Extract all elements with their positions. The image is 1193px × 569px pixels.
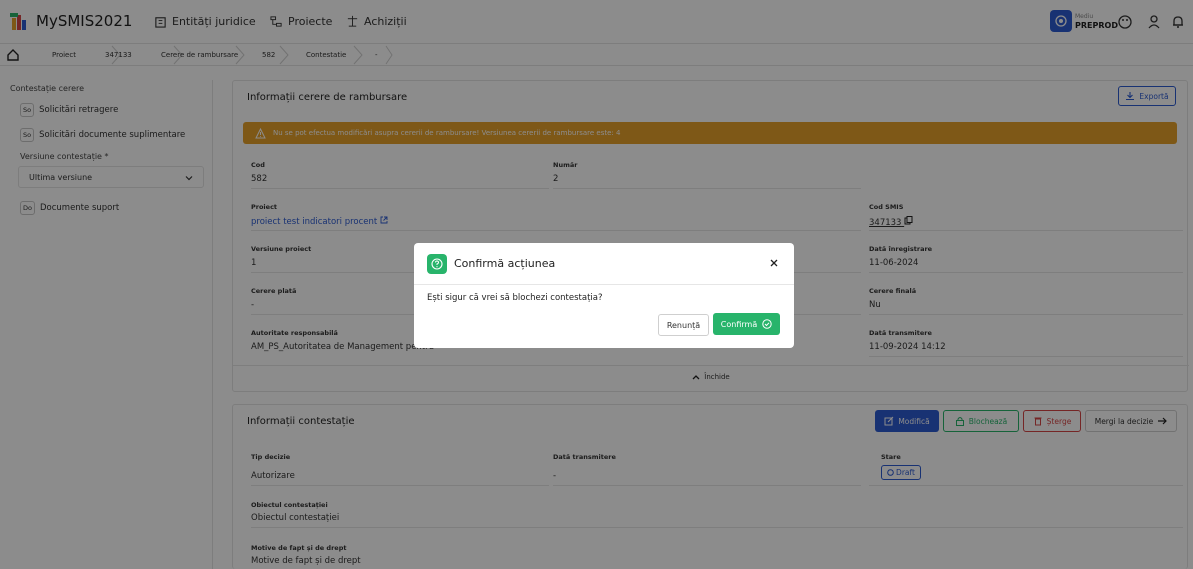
check-circle-icon bbox=[762, 319, 772, 329]
cancel-button[interactable]: Renunță bbox=[658, 314, 709, 336]
app-window: MySMIS2021 Entități juridice Proiecte Ac… bbox=[0, 0, 1193, 569]
dialog-divider bbox=[414, 284, 794, 285]
question-icon bbox=[427, 254, 447, 274]
dialog-title: Confirmă acțiunea bbox=[454, 257, 556, 270]
confirm-dialog: Confirmă acțiunea Ești sigur că vrei să … bbox=[414, 243, 794, 348]
dialog-message: Ești sigur că vrei să blochezi contestaț… bbox=[427, 293, 603, 303]
confirm-label: Confirmă bbox=[720, 319, 758, 329]
confirm-button[interactable]: Confirmă bbox=[713, 313, 780, 335]
close-icon[interactable] bbox=[768, 257, 780, 269]
